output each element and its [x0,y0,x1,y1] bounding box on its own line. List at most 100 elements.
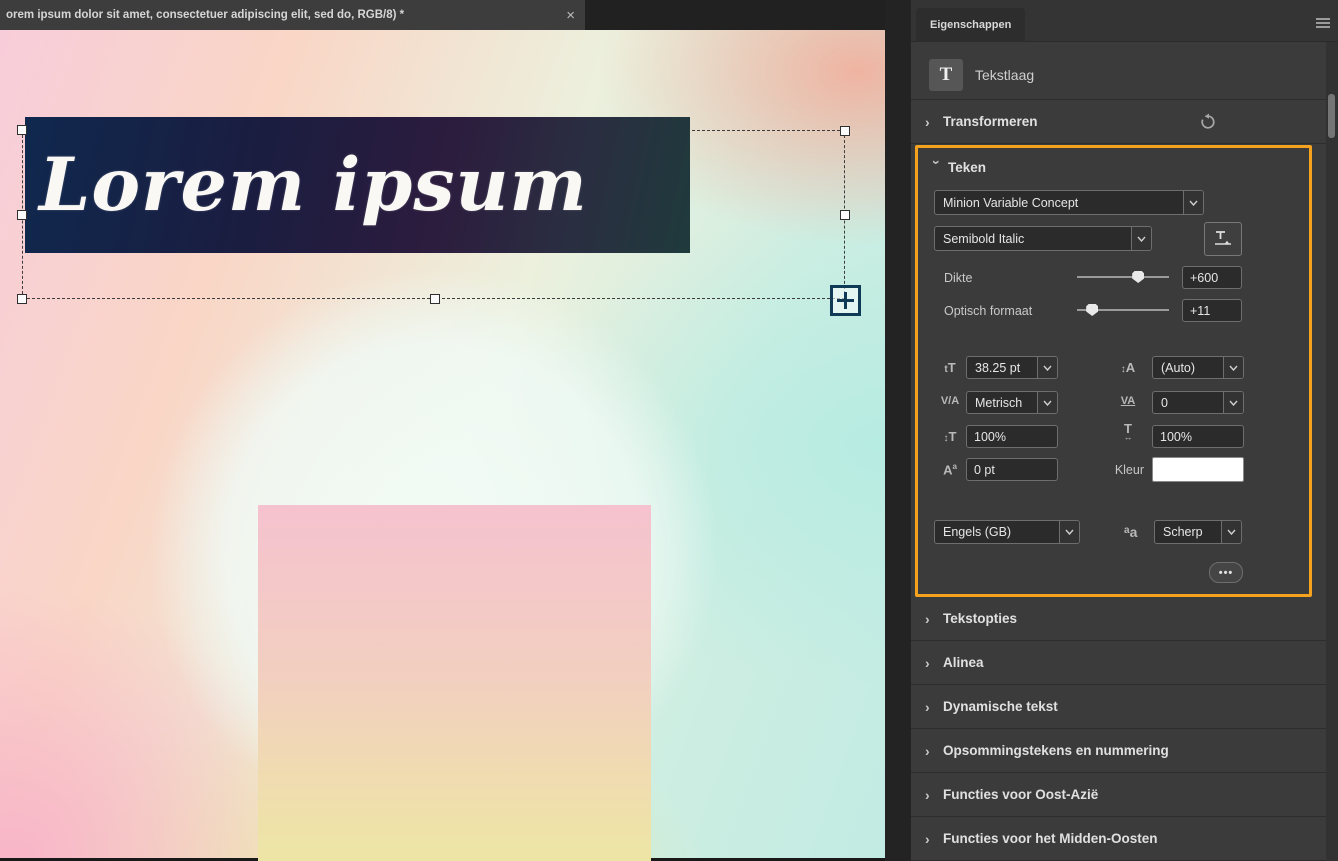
chevron-down-icon [1183,191,1203,214]
section-alinea-label: Alinea [943,655,984,670]
variable-font-options-button[interactable] [1204,222,1242,256]
tracking-value: 0 [1161,395,1168,410]
chevron-down-icon [1037,357,1057,378]
optical-size-value-field[interactable]: +11 [1182,299,1242,322]
document-tab-bar: orem ipsum dolor sit amet, consectetuer … [0,0,885,30]
panel-header: Eigenschappen [911,0,1338,42]
chevron-right-icon: › [925,786,930,803]
scrollbar-thumb[interactable] [1328,94,1335,138]
layer-info-row: T Tekstlaag [911,53,1338,99]
vertical-scale-field[interactable]: 100% [966,425,1058,448]
optical-size-label: Optisch formaat [944,304,1033,318]
section-transformeren-label: Transformeren [943,114,1038,129]
section-teken-header[interactable]: › Teken [918,154,1309,180]
transform-handle-right-middle[interactable] [840,210,850,220]
transform-handle-top-right[interactable] [840,126,850,136]
section-midden-oosten-label: Functies voor het Midden-Oosten [943,831,1158,846]
text-color-swatch[interactable] [1152,457,1244,482]
panel-menu-icon[interactable] [1315,16,1331,34]
optical-size-slider[interactable] [1077,303,1169,317]
section-transformeren[interactable]: › Transformeren [911,100,1327,144]
lorem-text-layer[interactable]: Lorem ipsum [25,117,690,253]
photoshop-app: orem ipsum dolor sit amet, consectetuer … [0,0,1338,861]
section-opsommingstekens[interactable]: › Opsommingstekens en nummering [911,729,1327,773]
text-layer-badge-icon: T [929,59,963,91]
baseline-shift-icon: Aa [943,462,957,478]
font-size-value: 38.25 pt [975,360,1021,375]
baseline-shift-field[interactable]: 0 pt [966,458,1058,481]
font-family-select[interactable]: Minion Variable Concept [934,190,1204,215]
slider-track[interactable] [1077,276,1169,278]
chevron-down-icon [1223,357,1243,378]
font-style-value: Semibold Italic [943,231,1025,246]
kerning-icon: V/A [940,395,960,407]
anti-alias-value: Scherp [1163,525,1203,539]
chevron-right-icon: › [925,610,930,627]
tracking-select[interactable]: 0 [1152,391,1244,414]
horizontal-scale-field[interactable]: 100% [1152,425,1244,448]
section-alinea[interactable]: › Alinea [911,641,1327,685]
variable-font-sliders-icon [1215,231,1231,245]
font-style-select[interactable]: Semibold Italic [934,226,1152,251]
section-midden-oosten[interactable]: › Functies voor het Midden-Oosten [911,817,1327,861]
panel-tab-label: Eigenschappen [930,19,1012,31]
transform-handle-plus-icon[interactable] [830,285,861,316]
transform-handle-bottom-left[interactable] [17,294,27,304]
layer-type-label: Tekstlaag [975,67,1035,83]
anti-alias-select[interactable]: Scherp [1154,520,1242,544]
chevron-right-icon: › [925,742,930,759]
transform-handle-bottom-middle[interactable] [430,294,440,304]
horizontal-scale-icon: T ↔ [1123,421,1133,442]
chevron-down-icon: › [929,160,945,165]
transform-handle-left-middle[interactable] [17,210,27,220]
tab-eigenschappen[interactable]: Eigenschappen [916,8,1026,42]
section-teken-label: Teken [948,159,987,175]
chevron-down-icon [1059,521,1079,543]
reset-transform-icon[interactable] [1199,113,1217,134]
kerning-select[interactable]: Metrisch [966,391,1058,414]
leading-value: (Auto) [1161,360,1196,375]
tracking-icon: VA [1120,395,1136,407]
chevron-right-icon: › [925,113,930,130]
section-oost-azie-label: Functies voor Oost-Azië [943,787,1099,802]
section-opsommingstekens-label: Opsommingstekens en nummering [943,743,1169,758]
more-options-button[interactable]: ••• [1209,562,1243,583]
color-label: Kleur [1114,463,1144,477]
weight-label: Dikte [944,271,973,285]
font-family-value: Minion Variable Concept [943,195,1079,210]
panel-scrollbar[interactable] [1326,42,1338,861]
properties-panel: Eigenschappen T Tekstlaag › Transformere… [910,0,1338,861]
chevron-down-icon [1221,521,1241,543]
language-select[interactable]: Engels (GB) [934,520,1080,544]
slider-thumb[interactable] [1132,271,1145,283]
slider-thumb[interactable] [1086,304,1099,316]
section-teken: › Teken Minion Variable Concept Semibold… [915,145,1312,597]
section-dynamische-tekst[interactable]: › Dynamische tekst [911,685,1327,729]
vertical-scale-icon: ↕T [943,429,957,444]
chevron-right-icon: › [925,698,930,715]
transform-handle-top-left[interactable] [17,125,27,135]
section-dynamische-tekst-label: Dynamische tekst [943,699,1058,714]
document-title: orem ipsum dolor sit amet, consectetuer … [6,9,405,21]
weight-value-field[interactable]: +600 [1182,266,1242,289]
document-tab[interactable]: orem ipsum dolor sit amet, consectetuer … [0,0,585,30]
font-size-select[interactable]: 38.25 pt [966,356,1058,379]
chevron-down-icon [1223,392,1243,413]
section-tekstopties-label: Tekstopties [943,611,1018,626]
chevron-right-icon: › [925,654,930,671]
weight-slider[interactable] [1077,270,1169,284]
document-area: orem ipsum dolor sit amet, consectetuer … [0,0,885,861]
leading-icon: ↕A [1120,360,1136,375]
section-tekstopties[interactable]: › Tekstopties [911,597,1327,641]
chevron-down-icon [1131,227,1151,250]
leading-select[interactable]: (Auto) [1152,356,1244,379]
collapsed-sections: › Tekstopties › Alinea › Dynamische teks… [911,597,1327,861]
anti-alias-icon: aa [1124,524,1138,540]
close-tab-icon[interactable]: × [566,8,575,23]
chevron-down-icon [1037,392,1057,413]
font-size-icon: tT [944,360,956,375]
language-value: Engels (GB) [943,525,1012,539]
gradient-rectangle-layer[interactable] [258,505,651,861]
lorem-text: Lorem ipsum [39,142,588,228]
section-oost-azie[interactable]: › Functies voor Oost-Azië [911,773,1327,817]
